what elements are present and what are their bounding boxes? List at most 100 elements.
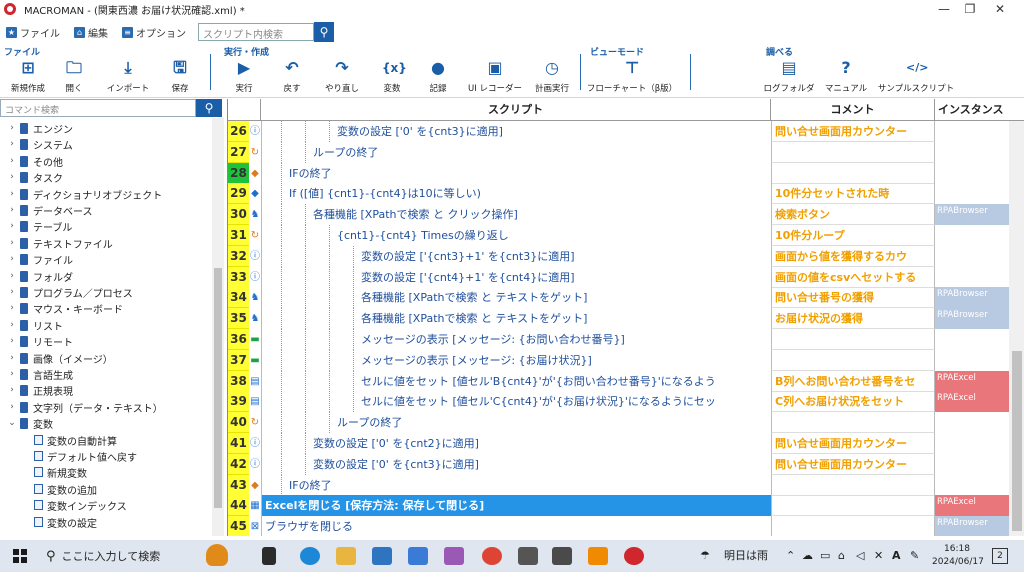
flowchart-button[interactable]: ⊤ フローチャート（β版） [586,58,678,94]
script-cell[interactable]: セルに値をセット [値セル'C{cnt4}'が'{お届け状況}'になるようにセッ [261,391,771,412]
script-row[interactable]: 44 ▦ Excelを閉じる [保存方法: 保存して閉じる] RPAExcel [228,495,1024,516]
comment-cell[interactable]: 画面から値を獲得するカウ [771,246,935,267]
comment-cell[interactable] [771,412,935,433]
tree-category[interactable]: › システム [6,136,73,152]
menu-file[interactable]: ★ ファイル [6,25,60,40]
tray-network-icon[interactable]: ⌂ [838,540,845,572]
redo-button[interactable]: ↷ やり直し [320,58,364,94]
new-button[interactable]: ⊞ 新規作成 [6,58,50,94]
tray-pen-icon[interactable]: ✎ [910,540,919,572]
instance-cell[interactable] [935,267,1009,288]
comment-cell[interactable]: 問い合せ番号の獲得 [771,287,935,308]
schedule-button[interactable]: ◷ 計画実行 [530,58,574,94]
comment-cell[interactable]: お届け状況の獲得 [771,308,935,329]
scrollbar-thumb[interactable] [1012,351,1022,531]
ui-recorder-button[interactable]: ▣ UI レコーダー [466,58,524,94]
script-row[interactable]: 27 ↻ ループの終了 [228,142,1024,163]
instance-cell[interactable] [935,475,1009,496]
instance-cell[interactable] [935,350,1009,371]
script-row[interactable]: 32 ⓘ 変数の設定 ['{cnt3}+1' を{cnt3}に適用] 画面から値を獲得… [228,246,1024,267]
store-icon[interactable] [372,547,392,565]
script-row[interactable]: 36 ▬ メッセージの表示 [メッセージ: {お問い合わせ番号}] [228,329,1024,350]
header-script[interactable]: スクリプト [261,99,771,121]
script-cell[interactable]: ループの終了 [261,142,771,163]
instance-cell[interactable]: RPABrowser [935,516,1009,536]
comment-cell[interactable]: 問い合せ画面用カウンター [771,121,935,142]
comment-cell[interactable]: B列へお問い合わせ番号をセ [771,371,935,392]
tree-category[interactable]: › テキストファイル [6,235,113,251]
script-row[interactable]: 42 ⓘ 変数の設定 ['0' を{cnt3}に適用] 問い合せ画面用カウンター [228,454,1024,475]
import-button[interactable]: ⤓ インポート [106,58,150,94]
tree-category[interactable]: › エンジン [6,120,73,136]
vlc-icon[interactable] [588,547,608,565]
instance-cell[interactable] [935,412,1009,433]
comment-cell[interactable] [771,163,935,184]
script-cell[interactable]: 各種機能 [XPathで検索 と クリック操作] [261,204,771,225]
command-search-input[interactable]: コマンド検索 [0,99,196,117]
instance-cell[interactable] [935,329,1009,350]
tree-category[interactable]: › リモート [6,333,73,349]
command-tree-scrollbar[interactable] [212,118,224,536]
tree-command-item[interactable]: 変数の設定 [34,514,97,530]
script-cell[interactable]: {cnt1}-{cnt4} Timesの繰り返し [261,225,771,246]
instance-cell[interactable] [935,246,1009,267]
calculator-icon[interactable] [552,547,572,565]
undo-button[interactable]: ↶ 戻す [270,58,314,94]
log-folder-button[interactable]: ▤ ログフォルダ [758,58,820,94]
instance-cell[interactable]: RPAExcel [935,391,1009,412]
tray-onedrive-icon[interactable]: ☁ [802,540,813,572]
script-cell[interactable]: ブラウザを閉じる [261,516,771,536]
script-row[interactable]: 37 ▬ メッセージの表示 [メッセージ: {お届け状況}] [228,350,1024,371]
tree-category[interactable]: › リスト [6,317,63,333]
comment-cell[interactable]: C列へお届け状況をセット [771,391,935,412]
chrome-icon[interactable] [482,547,502,565]
instance-cell[interactable] [935,433,1009,454]
notification-button[interactable]: 2 [992,548,1008,564]
comment-cell[interactable] [771,350,935,371]
tree-command-item[interactable]: 変数インデックス [34,497,127,513]
instance-cell[interactable] [935,121,1009,142]
script-cell[interactable]: 各種機能 [XPathで検索 と テキストをゲット] [261,287,771,308]
start-button[interactable] [0,540,40,572]
script-cell[interactable]: セルに値をセット [値セル'B{cnt4}'が'{お問い合わせ番号}'になるよう [261,371,771,392]
script-cell[interactable]: ループの終了 [261,412,771,433]
script-search-input[interactable]: スクリプト内検索 [198,23,314,41]
comment-cell[interactable]: 検索ボタン [771,204,935,225]
script-cell[interactable]: 変数の設定 ['0' を{cnt3}に適用] [261,454,771,475]
tree-category[interactable]: › 正規表現 [6,382,73,398]
file-explorer-icon[interactable] [336,547,356,565]
comment-cell[interactable]: 問い合せ画面用カウンター [771,454,935,475]
tree-category[interactable]: › 文字列（データ・テキスト） [6,399,163,415]
instance-cell[interactable]: RPAExcel [935,495,1009,516]
run-button[interactable]: ▶ 実行 [222,58,266,94]
comment-cell[interactable]: 画面の値をcsvへセットする [771,267,935,288]
script-row[interactable]: 26 ⓘ 変数の設定 ['0' を{cnt3}に適用] 問い合せ画面用カウンター [228,121,1024,142]
menu-edit[interactable]: ⌂ 編集 [74,25,108,40]
header-instance[interactable]: インスタンス [935,99,1024,121]
macroman-taskbar-icon[interactable] [624,547,644,565]
script-row[interactable]: 45 ⊠ ブラウザを閉じる RPABrowser [228,516,1024,536]
script-row[interactable]: 31 ↻ {cnt1}-{cnt4} Timesの繰り返し 10件分ループ [228,225,1024,246]
script-row[interactable]: 43 ◆ IFの終了 [228,475,1024,496]
tray-volume-icon[interactable]: ✕ [874,540,883,572]
tree-category[interactable]: › プログラム／プロセス [6,284,133,300]
taskbar-search[interactable]: ⚲ ここに入力して検索 [40,540,230,572]
comment-cell[interactable] [771,495,935,516]
mail-icon[interactable] [408,547,428,565]
tree-command-item[interactable]: 変数の自動計算 [34,432,117,448]
tree-category[interactable]: › ファイル [6,251,73,267]
script-row[interactable]: 40 ↻ ループの終了 [228,412,1024,433]
instance-cell[interactable] [935,225,1009,246]
comment-cell[interactable] [771,475,935,496]
command-search-button[interactable]: ⚲ [196,99,222,117]
tree-category[interactable]: › マウス・キーボード [6,300,123,316]
save-button[interactable]: 🖫 保存 [158,58,202,94]
script-cell[interactable]: Excelを閉じる [保存方法: 保存して閉じる] [261,495,771,516]
tray-chevron-icon[interactable]: ⌃ [786,540,795,572]
script-cell[interactable]: メッセージの表示 [メッセージ: {お問い合わせ番号}] [261,329,771,350]
comment-cell[interactable]: 問い合せ画面用カウンター [771,433,935,454]
script-search-button[interactable]: ⚲ [314,22,334,42]
tree-category[interactable]: › その他 [6,153,63,169]
tray-speaker-icon[interactable]: ◁ [856,540,864,572]
script-row[interactable]: 33 ⓘ 変数の設定 ['{cnt4}+1' を{cnt4}に適用] 画面の値をcsv… [228,267,1024,288]
